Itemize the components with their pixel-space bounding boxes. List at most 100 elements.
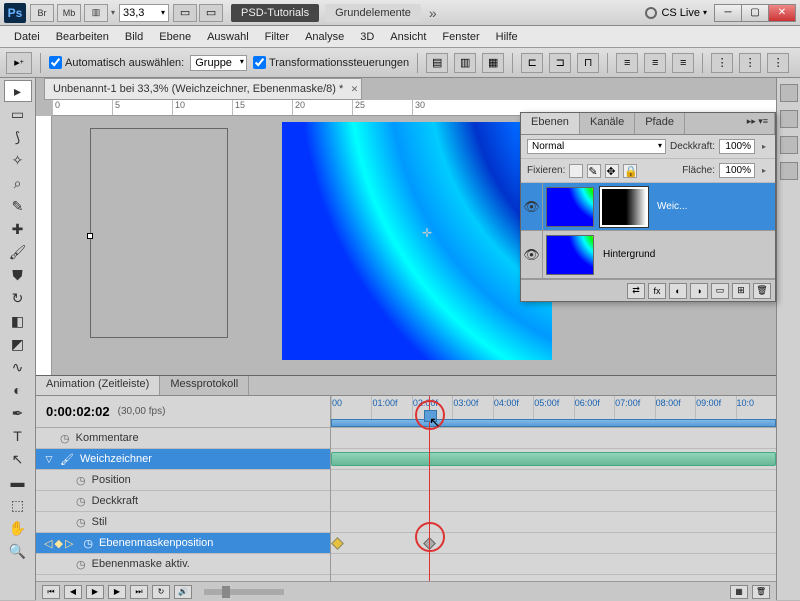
dock-icon[interactable] — [780, 136, 798, 154]
stopwatch-icon[interactable]: ◷ — [76, 495, 86, 508]
gradient-tool[interactable]: ◩ — [4, 333, 32, 355]
align-button[interactable]: ⊐ — [549, 53, 571, 73]
marquee-tool[interactable]: ▭ — [4, 103, 32, 125]
delete-button[interactable]: 🗑 — [752, 585, 770, 599]
tab-ebenen[interactable]: Ebenen — [521, 113, 580, 134]
lock-position-icon[interactable]: ✥ — [605, 164, 619, 178]
menu-3d[interactable]: 3D — [352, 28, 382, 46]
dock-icon[interactable] — [780, 162, 798, 180]
menu-analyse[interactable]: Analyse — [297, 28, 352, 46]
close-button[interactable]: ✕ — [768, 4, 796, 22]
loop-button[interactable]: ↻ — [152, 585, 170, 599]
prev-key-icon[interactable]: ◁ — [44, 537, 52, 550]
menu-fenster[interactable]: Fenster — [434, 28, 487, 46]
align-button[interactable]: ⊓ — [577, 53, 599, 73]
heal-tool[interactable]: ✚ — [4, 218, 32, 240]
close-tab-icon[interactable]: ✕ — [351, 84, 359, 95]
layer-name[interactable]: Hintergrund — [597, 249, 775, 260]
align-button[interactable]: ▤ — [426, 53, 448, 73]
stopwatch-icon[interactable]: ◷ — [76, 474, 86, 487]
timeline-row[interactable] — [331, 491, 776, 512]
transform-handle[interactable] — [87, 233, 93, 239]
screenmode-button[interactable]: ▭ — [199, 4, 223, 22]
history-brush-tool[interactable]: ↻ — [4, 287, 32, 309]
link-layers-button[interactable]: ⇄ — [627, 283, 645, 299]
distribute-button[interactable]: ⋮ — [739, 53, 761, 73]
type-tool[interactable]: T — [4, 425, 32, 447]
distribute-button[interactable]: ⋮ — [711, 53, 733, 73]
menu-datei[interactable]: Datei — [6, 28, 48, 46]
distribute-button[interactable]: ≡ — [616, 53, 638, 73]
track-ebenenmaskenposition[interactable]: ◁◆▷◷Ebenenmaskenposition — [36, 533, 330, 554]
timeline-row[interactable] — [331, 554, 776, 575]
time-ruler[interactable]: 0001:00f02:00f03:00f04:00f05:00f06:00f07… — [331, 396, 776, 428]
move-tool-icon[interactable]: ▸+ — [6, 52, 32, 74]
track-position[interactable]: ◷Position — [36, 470, 330, 491]
hand-tool[interactable]: ✋ — [4, 517, 32, 539]
auto-select-dropdown[interactable]: Gruppe — [190, 55, 247, 71]
tab-pfade[interactable]: Pfade — [635, 113, 685, 134]
3d-tool[interactable]: ⬚ — [4, 494, 32, 516]
audio-button[interactable]: 🔊 — [174, 585, 192, 599]
menu-filter[interactable]: Filter — [257, 28, 297, 46]
eyedropper-tool[interactable]: ✎ — [4, 195, 32, 217]
playhead[interactable] — [429, 396, 430, 581]
layer-row[interactable]: 👁 Weic... — [521, 183, 775, 231]
stopwatch-icon[interactable]: ◷ — [76, 558, 86, 571]
layer-name[interactable]: Weic... — [651, 201, 775, 212]
next-key-icon[interactable]: ▷ — [65, 537, 73, 550]
add-key-icon[interactable]: ◆ — [54, 537, 62, 550]
timeline-row[interactable] — [331, 428, 776, 449]
tab-kanaele[interactable]: Kanäle — [580, 113, 635, 134]
twirl-icon[interactable]: ▽ — [44, 454, 54, 465]
workspace-tab-light[interactable]: Grundelemente — [325, 4, 421, 22]
pen-tool[interactable]: ✒ — [4, 402, 32, 424]
mask-button[interactable]: ◐ — [669, 283, 687, 299]
transform-controls-checkbox[interactable]: Transformationssteuerungen — [253, 56, 409, 69]
align-button[interactable]: ⊏ — [521, 53, 543, 73]
path-tool[interactable]: ↖ — [4, 448, 32, 470]
cslive[interactable]: CS Live▾ — [645, 7, 707, 19]
zoom-tool[interactable]: 🔍 — [4, 540, 32, 562]
dock-icon[interactable] — [780, 110, 798, 128]
align-button[interactable]: ▥ — [454, 53, 476, 73]
timeline-row[interactable] — [331, 533, 776, 554]
visibility-icon[interactable]: 👁 — [521, 183, 543, 230]
adjustment-button[interactable]: ◑ — [690, 283, 708, 299]
chevron-right-icon[interactable]: » — [429, 5, 437, 21]
layer-thumbnail[interactable] — [546, 235, 594, 275]
play-button[interactable]: ▶ — [86, 585, 104, 599]
menu-bild[interactable]: Bild — [117, 28, 151, 46]
track-kommentare[interactable]: ◷Kommentare — [36, 428, 330, 449]
zoom-slider[interactable] — [204, 589, 284, 595]
lock-pixels-icon[interactable]: ✎ — [587, 164, 601, 178]
opacity-field[interactable]: 100% — [719, 139, 755, 154]
crop-tool[interactable]: ⌕ — [4, 172, 32, 194]
minibridge-button[interactable]: Mb — [57, 4, 81, 22]
menu-auswahl[interactable]: Auswahl — [199, 28, 257, 46]
visibility-icon[interactable]: 👁 — [521, 231, 543, 278]
group-button[interactable]: ▭ — [711, 283, 729, 299]
fx-button[interactable]: fx — [648, 283, 666, 299]
fill-arrow-icon[interactable]: ▸ — [759, 166, 769, 175]
keyframe-icon[interactable] — [331, 537, 344, 550]
prev-frame-button[interactable]: ◀ — [64, 585, 82, 599]
panel-menu-icon[interactable]: ▸▸ ▾≡ — [741, 113, 775, 134]
shape-tool[interactable]: ▬ — [4, 471, 32, 493]
current-time[interactable]: 0:00:02:02 — [46, 404, 110, 419]
arrange-button[interactable]: ▭ — [173, 4, 197, 22]
lock-transparency-icon[interactable] — [569, 164, 583, 178]
bridge-button[interactable]: Br — [30, 4, 54, 22]
maximize-button[interactable]: ▢ — [741, 4, 769, 22]
move-tool[interactable]: ▸ — [4, 80, 32, 102]
zoom-field[interactable]: 33,3▾ — [119, 4, 169, 22]
auto-select-checkbox[interactable]: Automatisch auswählen: — [49, 56, 184, 69]
menu-bearbeiten[interactable]: Bearbeiten — [48, 28, 117, 46]
minimize-button[interactable]: ─ — [714, 4, 742, 22]
distribute-button[interactable]: ≡ — [644, 53, 666, 73]
layer-thumbnail[interactable] — [546, 187, 594, 227]
layer-row[interactable]: 👁 Hintergrund — [521, 231, 775, 279]
timeline-row[interactable] — [331, 470, 776, 491]
tab-messprotokoll[interactable]: Messprotokoll — [160, 376, 249, 395]
blend-mode-dropdown[interactable]: Normal — [527, 139, 666, 154]
